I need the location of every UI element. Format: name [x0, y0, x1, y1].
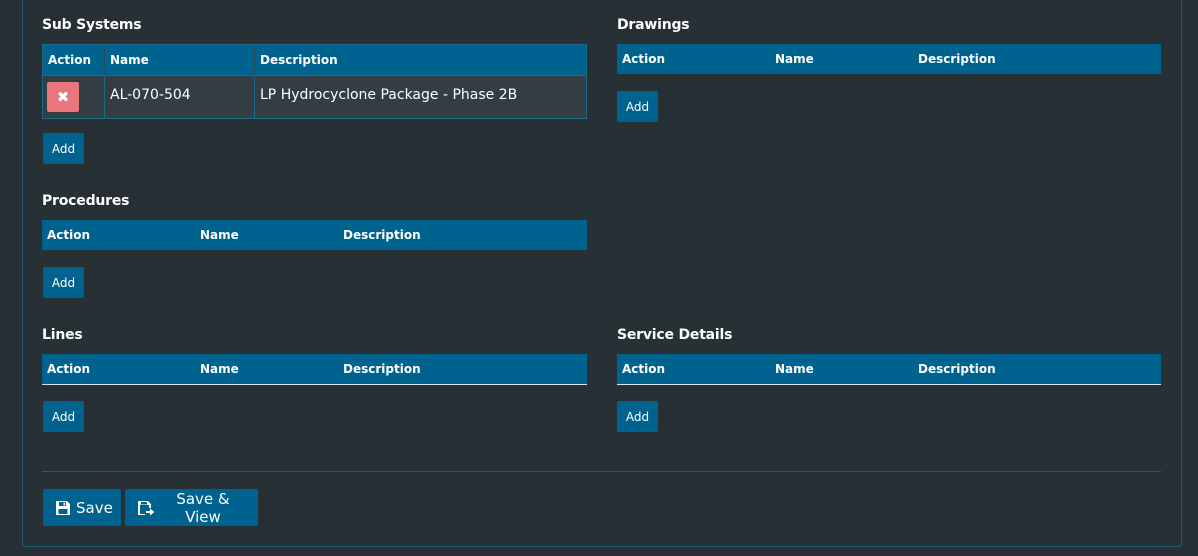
lines-add-button[interactable]: Add — [43, 401, 84, 432]
lines-title: Lines — [42, 327, 83, 343]
column-header-action: Action — [47, 362, 91, 376]
column-header-name: Name — [200, 362, 239, 376]
column-header-action: Action — [622, 52, 666, 66]
floppy-disk-icon — [55, 500, 71, 516]
table-header: Action Name Description — [617, 44, 1161, 74]
column-header-name: Name — [104, 45, 254, 75]
save-and-view-label: Save & View — [176, 489, 230, 526]
drawings-table: Action Name Description — [617, 44, 1161, 74]
service-details-add-button[interactable]: Add — [617, 401, 658, 432]
column-header-name: Name — [775, 362, 814, 376]
lines-section: Lines Action Name Description Add — [42, 325, 587, 435]
table-header: Action Name Description — [43, 45, 586, 75]
times-icon: ✖ — [56, 88, 70, 106]
sub-systems-add-button[interactable]: Add — [43, 133, 84, 164]
save-button[interactable]: Save — [43, 489, 121, 526]
service-details-table: Action Name Description — [617, 354, 1161, 385]
lines-table: Action Name Description — [42, 354, 587, 385]
row-description: LP Hydrocyclone Package - Phase 2B — [254, 76, 586, 118]
drawings-add-button[interactable]: Add — [617, 91, 658, 122]
save-arrow-icon — [137, 500, 155, 516]
column-header-description: Description — [343, 362, 421, 376]
drawings-title: Drawings — [617, 17, 690, 33]
column-header-name: Name — [775, 52, 814, 66]
procedures-title: Procedures — [42, 193, 130, 209]
procedures-table: Action Name Description — [42, 220, 587, 250]
procedures-section: Procedures Action Name Description Add — [42, 191, 587, 301]
save-label: Save — [76, 498, 113, 517]
delete-button[interactable]: ✖ — [47, 82, 79, 112]
table-header: Action Name Description — [617, 354, 1161, 384]
sub-systems-section: Sub Systems Action Name Description ✖ AL… — [42, 15, 587, 165]
service-details-title: Service Details — [617, 327, 733, 343]
column-header-description: Description — [254, 45, 586, 75]
column-header-name: Name — [200, 228, 239, 242]
footer-divider — [42, 471, 1161, 472]
row-action-cell: ✖ — [43, 76, 104, 118]
column-header-action: Action — [47, 228, 91, 242]
save-and-view-button[interactable]: Save & View — [125, 489, 258, 526]
sub-systems-table: Action Name Description ✖ AL-070-504 LP … — [42, 44, 587, 119]
table-header: Action Name Description — [42, 354, 587, 384]
column-header-action: Action — [48, 53, 92, 67]
column-header-action: Action — [622, 362, 666, 376]
table-header: Action Name Description — [42, 220, 587, 250]
service-details-section: Service Details Action Name Description … — [617, 325, 1161, 435]
column-header-description: Description — [918, 52, 996, 66]
procedures-add-button[interactable]: Add — [43, 267, 84, 298]
row-name: AL-070-504 — [104, 76, 254, 118]
column-header-description: Description — [918, 362, 996, 376]
drawings-section: Drawings Action Name Description Add — [617, 15, 1161, 125]
sub-systems-title: Sub Systems — [42, 17, 142, 33]
table-row: ✖ AL-070-504 LP Hydrocyclone Package - P… — [43, 75, 586, 118]
column-header-description: Description — [343, 228, 421, 242]
